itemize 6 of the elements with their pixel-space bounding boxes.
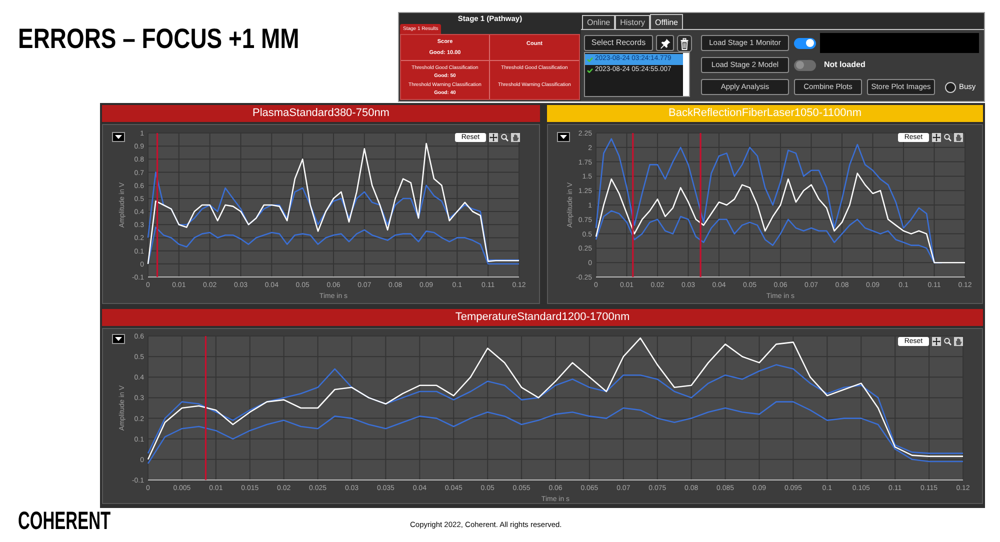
panel-header: TemperatureStandard1200-1700nm xyxy=(102,309,983,326)
panel-header: BackReflectionFiberLaser1050-1100nm xyxy=(547,105,983,122)
slide-title: ERRORS – FOCUS +1 MM xyxy=(18,24,300,54)
status-label: Not loaded xyxy=(824,59,866,71)
panel-header: PlasmaStandard380-750nm xyxy=(102,105,540,122)
company-logo: COHERENT xyxy=(18,510,111,532)
